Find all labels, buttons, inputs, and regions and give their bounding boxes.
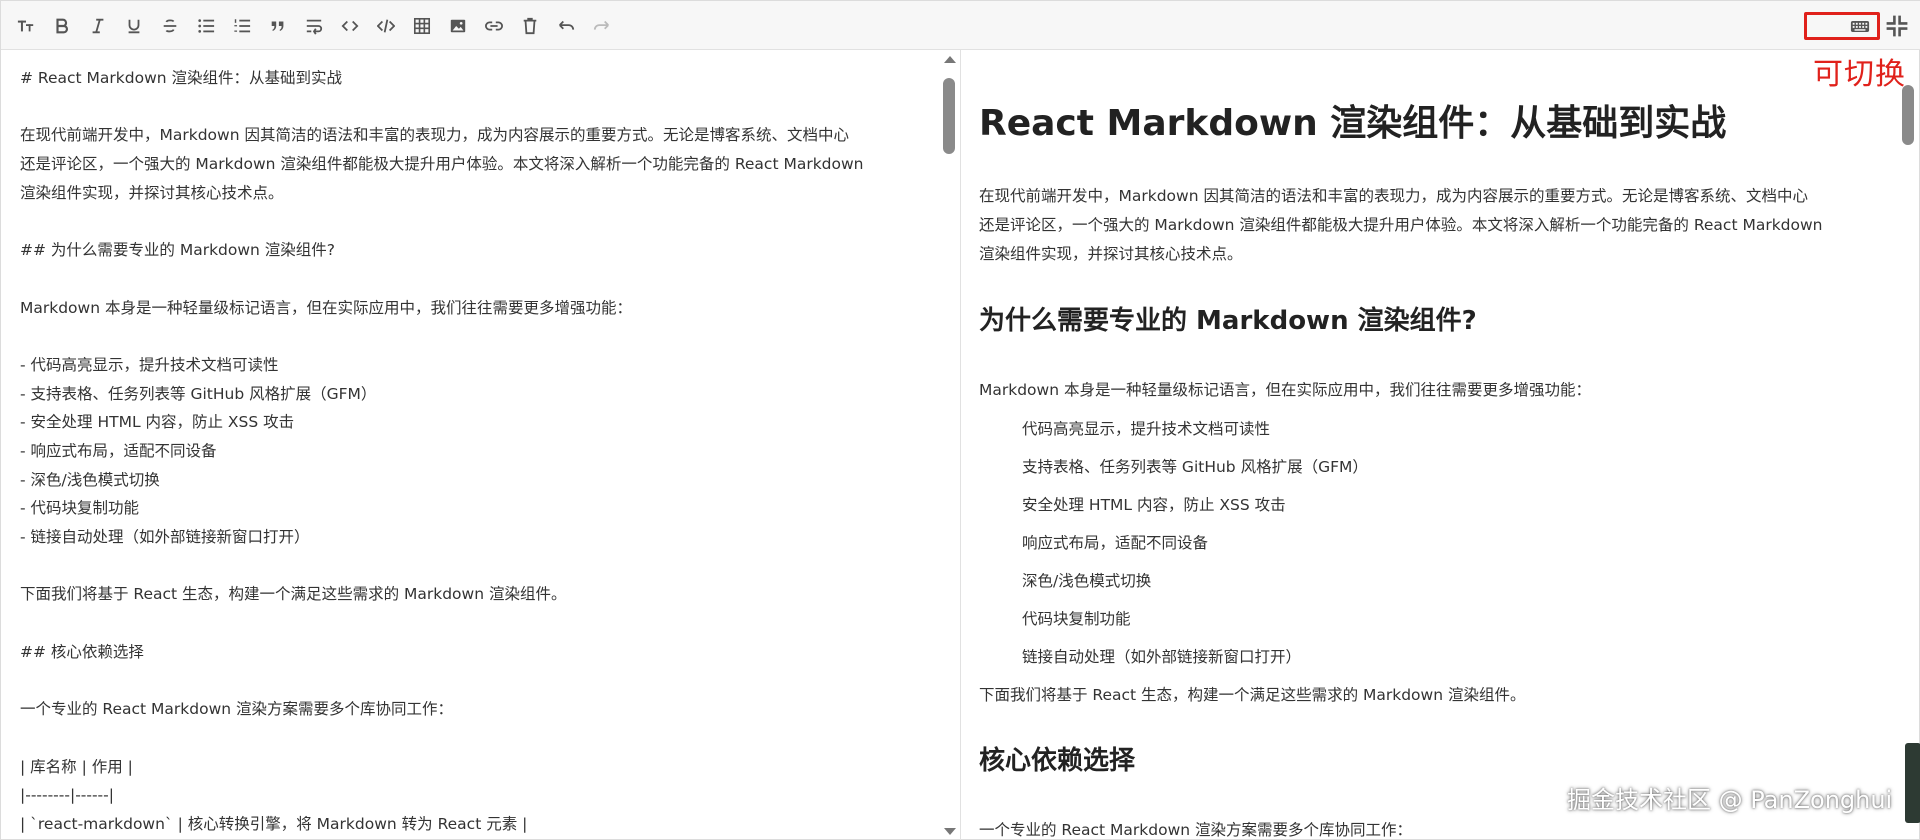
italic-icon[interactable] <box>85 13 111 39</box>
preview-after-list-paragraph: 下面我们将基于 React 生态，构建一个满足这些需求的 Markdown 渲染… <box>979 681 1879 710</box>
source-editor-pane[interactable]: # React Markdown 渲染组件：从基础到实战 在现代前端开发中，Mar… <box>1 50 961 840</box>
preview-h1: React Markdown 渲染组件：从基础到实战 <box>979 103 1727 144</box>
toggle-highlight-box <box>1804 12 1880 40</box>
preview-intro-line: 渲染组件实现，并探讨其核心技术点。 <box>979 245 1243 263</box>
source-line[interactable]: - 代码块复制功能 <box>20 494 920 523</box>
markdown-editor: 可切换 # React Markdown 渲染组件：从基础到实战 在现代前端开发中… <box>0 0 1920 840</box>
preview-after-list-line: 下面我们将基于 React 生态，构建一个满足这些需求的 Markdown 渲染… <box>979 686 1526 704</box>
code-block-icon[interactable] <box>373 13 399 39</box>
source-line[interactable] <box>20 322 920 351</box>
bold-icon[interactable] <box>49 13 75 39</box>
preview-deps-paragraph: 一个专业的 React Markdown 渲染方案需要多个库协同工作： <box>979 816 1879 840</box>
preview-why-paragraph: Markdown 本身是一种轻量级标记语言，但在实际应用中，我们往往需要更多增强… <box>979 376 1879 405</box>
ordered-list-icon[interactable] <box>229 13 255 39</box>
source-line[interactable]: ## 核心依赖选择 <box>20 638 920 667</box>
scroll-up-arrow-icon[interactable] <box>944 56 956 63</box>
redo-icon[interactable] <box>589 13 615 39</box>
preview-list-item: 代码块复制功能 <box>1022 610 1131 628</box>
preview-why-line: Markdown 本身是一种轻量级标记语言，但在实际应用中，我们往往需要更多增强… <box>979 381 1591 399</box>
preview-pane: React Markdown 渲染组件：从基础到实战 在现代前端开发中，Mark… <box>962 50 1920 840</box>
toolbar <box>1 1 1920 50</box>
image-icon[interactable] <box>445 13 471 39</box>
source-line[interactable]: 一个专业的 React Markdown 渲染方案需要多个库协同工作： <box>20 695 920 724</box>
source-line[interactable]: 还是评论区，一个强大的 Markdown 渲染组件都能极大提升用户体验。本文将深… <box>20 150 920 179</box>
preview-list-item: 深色/浅色模式切换 <box>1022 572 1152 590</box>
source-line[interactable] <box>20 93 920 122</box>
source-line[interactable]: ## 为什么需要专业的 Markdown 渲染组件? <box>20 236 920 265</box>
source-line[interactable]: Markdown 本身是一种轻量级标记语言，但在实际应用中，我们往往需要更多增强… <box>20 294 920 323</box>
heading-icon[interactable] <box>13 13 39 39</box>
source-line[interactable]: - 代码高亮显示，提升技术文档可读性 <box>20 351 920 380</box>
source-line[interactable]: - 深色/浅色模式切换 <box>20 466 920 495</box>
preview-intro-line: 还是评论区，一个强大的 Markdown 渲染组件都能极大提升用户体验。本文将深… <box>979 216 1823 234</box>
source-line[interactable]: |--------|------| <box>20 781 920 810</box>
source-line[interactable]: | 库名称 | 作用 | <box>20 753 920 782</box>
source-line[interactable] <box>20 724 920 753</box>
bullet-list-icon[interactable] <box>193 13 219 39</box>
wrap-icon[interactable] <box>301 13 327 39</box>
preview-h2-why: 为什么需要专业的 Markdown 渲染组件? <box>979 306 1477 336</box>
source-line[interactable]: 在现代前端开发中，Markdown 因其简洁的语法和丰富的表现力，成为内容展示的… <box>20 121 920 150</box>
preview-h2-deps: 核心依赖选择 <box>979 746 1136 776</box>
source-text[interactable]: # React Markdown 渲染组件：从基础到实战 在现代前端开发中，Mar… <box>20 64 920 839</box>
preview-list-item: 安全处理 HTML 内容，防止 XSS 攻击 <box>1022 496 1286 514</box>
preview-intro-paragraph: 在现代前端开发中，Markdown 因其简洁的语法和丰富的表现力，成为内容展示的… <box>979 182 1879 269</box>
source-line[interactable]: 渲染组件实现，并探讨其核心技术点。 <box>20 179 920 208</box>
preview-list-item: 代码高亮显示，提升技术文档可读性 <box>1022 420 1271 438</box>
source-line[interactable] <box>20 666 920 695</box>
watermark: 掘金技术社区 @ PanZonghui <box>1567 786 1893 814</box>
link-icon[interactable] <box>481 13 507 39</box>
preview-deps-line: 一个专业的 React Markdown 渲染方案需要多个库协同工作： <box>979 821 1413 839</box>
source-line[interactable]: - 链接自动处理（如外部链接新窗口打开） <box>20 523 920 552</box>
source-line[interactable]: 下面我们将基于 React 生态，构建一个满足这些需求的 Markdown 渲染… <box>20 580 920 609</box>
strikethrough-icon[interactable] <box>157 13 183 39</box>
delete-icon[interactable] <box>517 13 543 39</box>
underline-icon[interactable] <box>121 13 147 39</box>
inline-code-icon[interactable] <box>337 13 363 39</box>
source-line[interactable]: - 响应式布局，适配不同设备 <box>20 437 920 466</box>
undo-icon[interactable] <box>553 13 579 39</box>
preview-list-item: 链接自动处理（如外部链接新窗口打开） <box>1022 648 1302 666</box>
preview-intro-line: 在现代前端开发中，Markdown 因其简洁的语法和丰富的表现力，成为内容展示的… <box>979 187 1808 205</box>
table-icon[interactable] <box>409 13 435 39</box>
source-line[interactable] <box>20 609 920 638</box>
side-widget <box>1905 743 1920 823</box>
preview-scrollbar[interactable] <box>1899 50 1917 840</box>
preview-list-item: 响应式布局，适配不同设备 <box>1022 534 1209 552</box>
preview-scroll-thumb[interactable] <box>1902 85 1914 145</box>
source-line[interactable]: - 支持表格、任务列表等 GitHub 风格扩展（GFM） <box>20 380 920 409</box>
scroll-thumb[interactable] <box>943 78 955 154</box>
source-line[interactable] <box>20 207 920 236</box>
source-scrollbar[interactable] <box>940 50 958 840</box>
quote-icon[interactable] <box>265 13 291 39</box>
source-line[interactable] <box>20 552 920 581</box>
scroll-down-arrow-icon[interactable] <box>944 828 956 835</box>
source-line[interactable]: # React Markdown 渲染组件：从基础到实战 <box>20 64 920 93</box>
source-line[interactable]: - 安全处理 HTML 内容，防止 XSS 攻击 <box>20 408 920 437</box>
source-line[interactable]: | `react-markdown` | 核心转换引擎，将 Markdown 转… <box>20 810 920 839</box>
preview-list-item: 支持表格、任务列表等 GitHub 风格扩展（GFM） <box>1022 458 1368 476</box>
collapse-icon[interactable] <box>1884 13 1910 39</box>
source-line[interactable] <box>20 265 920 294</box>
